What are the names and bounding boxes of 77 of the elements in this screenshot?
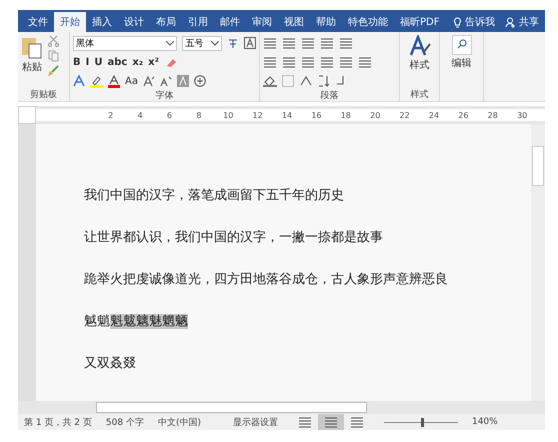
search-icon	[452, 35, 472, 55]
print-layout-button[interactable]	[318, 414, 344, 430]
ruler-number: 20	[369, 110, 382, 120]
ruler-number: 22	[398, 110, 411, 120]
brush-icon[interactable]	[47, 65, 59, 77]
person-add-icon	[505, 16, 516, 28]
shrink-font-icon[interactable]	[160, 76, 172, 86]
language-status[interactable]: 中文(中国)	[158, 416, 201, 428]
ribbon-tab[interactable]: 特色功能	[342, 12, 394, 32]
shading-icon[interactable]	[263, 75, 277, 87]
group-label: 样式	[410, 88, 430, 101]
share-button[interactable]: 共享	[505, 15, 539, 29]
ribbon-tab[interactable]: 福昕PDF	[394, 12, 446, 32]
ribbon-tab[interactable]: 视图	[278, 12, 310, 32]
ribbon-tab[interactable]: 布局	[150, 12, 182, 32]
styles-button[interactable]: 样式	[408, 35, 430, 88]
group-label: 段落	[320, 90, 340, 102]
sort-icon[interactable]	[318, 75, 330, 87]
document-text-line: 跪举火把虔诚像道光，四方田地落谷成仓，古人象形声意辨恶良	[84, 271, 449, 288]
ruler-number: 12	[252, 110, 264, 120]
grow-font-icon[interactable]	[142, 76, 155, 86]
ribbon-tab[interactable]: 开始	[54, 12, 86, 32]
format-button[interactable]: x²	[148, 56, 160, 68]
format-button[interactable]: U	[94, 56, 102, 68]
format-button[interactable]: I	[86, 56, 90, 68]
ruler-number: 6	[166, 110, 174, 120]
page-count[interactable]: 第 1 页，共 2 页	[24, 416, 92, 428]
borders-icon[interactable]	[282, 75, 294, 87]
ribbon-tab[interactable]: 邮件	[214, 12, 246, 32]
ruler-number: 14	[280, 110, 294, 120]
format-button[interactable]: abc	[107, 56, 128, 68]
enclose-character-icon[interactable]	[194, 75, 206, 87]
ruler-number: 30	[516, 110, 528, 120]
document-text-line: 我们中国的汉字，落笔成画留下五千年的历史	[84, 187, 345, 204]
ruler-number: 8	[195, 110, 202, 120]
group-label: 字体	[154, 90, 174, 102]
zoom-level[interactable]: 140%	[472, 417, 498, 427]
document-text-line: 魆魈魁魃魑魅魍魉	[84, 313, 189, 330]
highlighter-icon[interactable]	[90, 74, 103, 88]
ruler-number: 26	[457, 110, 470, 120]
format-button[interactable]: x₂	[132, 56, 144, 68]
ribbon-tab[interactable]: 设计	[118, 12, 150, 32]
paste-button[interactable]: 粘贴	[21, 35, 43, 88]
word-count[interactable]: 508 个字	[106, 416, 144, 428]
font-size-dropdown[interactable]: 五号	[182, 36, 222, 50]
ribbon-tab[interactable]: 文件	[22, 12, 54, 32]
ribbon-tab[interactable]: 审阅	[246, 12, 278, 32]
lightbulb-icon	[453, 16, 462, 28]
font-name-dropdown[interactable]: 黑体	[73, 36, 178, 50]
tell-me-search[interactable]: 告诉我	[453, 15, 495, 29]
group-label: 剪贴板	[29, 88, 58, 101]
document-text-line: 又双叒叕	[84, 355, 137, 372]
ruler-number: 28	[486, 110, 499, 120]
clipboard-icon	[21, 35, 43, 59]
character-border-icon[interactable]	[244, 37, 256, 49]
character-shading-icon[interactable]	[176, 75, 189, 87]
format-button[interactable]: B	[73, 56, 81, 68]
display-settings-button[interactable]: 显示器设置	[232, 416, 278, 428]
horizontal-scrollbar[interactable]	[18, 401, 545, 414]
ruler-number: 24	[428, 110, 440, 120]
ribbon-tab[interactable]: 插入	[86, 12, 118, 32]
ribbon-tab[interactable]: 帮助	[310, 12, 342, 32]
ruler-number: 2	[107, 110, 114, 120]
editing-button[interactable]: 编辑	[452, 35, 472, 101]
cut-icon[interactable]	[48, 35, 58, 47]
ruler-number: 18	[340, 110, 352, 120]
ruler-number: 10	[222, 110, 234, 120]
styles-icon	[408, 35, 430, 57]
font-color-icon[interactable]	[108, 74, 120, 88]
vertical-scrollbar[interactable]	[531, 124, 545, 401]
ruler-number: 16	[310, 110, 323, 120]
document-text-line: 让世界都认识，我们中国的汉字，一撇一捺都是故事	[84, 229, 384, 246]
text-effects-icon[interactable]	[73, 75, 85, 87]
ruler-number: 4	[136, 110, 144, 120]
phonetic-guide-icon[interactable]	[227, 37, 240, 49]
change-case-button[interactable]: Aa	[125, 76, 138, 86]
ribbon-tab[interactable]: 引用	[182, 12, 214, 32]
